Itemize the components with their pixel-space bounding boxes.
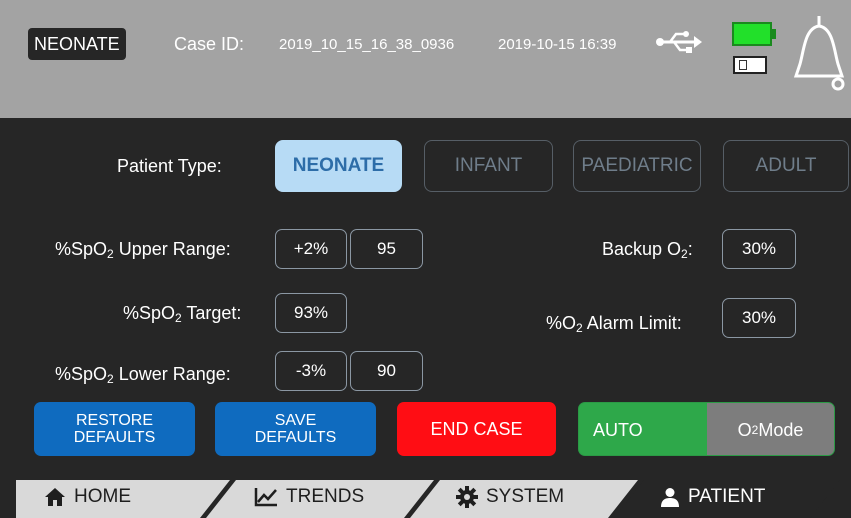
patient-type-neonate-button[interactable]: NEONATE [275, 140, 402, 192]
patient-type-infant-button[interactable]: INFANT [424, 140, 553, 192]
restore-defaults-button[interactable]: RESTORE DEFAULTS [34, 402, 195, 456]
status-header: NEONATE Case ID: 2019_10_15_16_38_0936 2… [0, 0, 851, 118]
tab-trends[interactable]: TRENDS [254, 486, 364, 508]
tab-patient[interactable]: PATIENT [660, 486, 765, 508]
spo2-target-field[interactable]: 93% [275, 293, 347, 333]
o2-alarm-limit-label: %O2 Alarm Limit: [546, 313, 682, 335]
patient-type-label: Patient Type: [117, 156, 222, 176]
o2-alarm-limit-field[interactable]: 30% [722, 298, 796, 338]
spo2-target-label: %SpO2 Target: [123, 303, 242, 325]
backup-o2-label: Backup O2: [602, 239, 693, 261]
spo2-lower-offset-field[interactable]: -3% [275, 351, 347, 391]
battery-icon [732, 22, 776, 46]
tab-system-label: SYSTEM [486, 486, 565, 507]
spo2-upper-value: 95 [350, 229, 423, 269]
case-id-value: 2019_10_15_16_38_0936 [279, 36, 455, 53]
tab-home-label: HOME [74, 486, 131, 507]
save-defaults-button[interactable]: SAVE DEFAULTS [215, 402, 376, 456]
tab-trends-label: TRENDS [286, 486, 365, 507]
spo2-upper-offset-field[interactable]: +2% [275, 229, 347, 269]
tab-patient-label: PATIENT [688, 486, 766, 507]
tab-system[interactable]: SYSTEM [456, 486, 564, 508]
spo2-lower-value: 90 [350, 351, 423, 391]
end-case-button[interactable]: END CASE [397, 402, 556, 456]
date-time: 2019-10-15 16:39 [498, 36, 617, 53]
patient-mode-badge: NEONATE [28, 28, 126, 60]
sd-card-icon [733, 56, 767, 74]
spo2-lower-range-label: %SpO2 Lower Range: [55, 364, 231, 386]
user-icon [661, 488, 679, 507]
gear-icon [456, 486, 478, 508]
case-id-label: Case ID: [174, 34, 245, 54]
bell-icon[interactable] [792, 14, 846, 94]
home-icon [45, 488, 65, 506]
backup-o2-field[interactable]: 30% [722, 229, 796, 269]
spo2-upper-range-label: %SpO2 Upper Range: [55, 239, 231, 261]
o2-mode-toggle[interactable]: AUTO O2 Mode [578, 402, 835, 456]
chart-icon [254, 488, 277, 507]
usb-icon [656, 31, 702, 53]
auto-mode-option[interactable]: AUTO [593, 403, 643, 455]
patient-type-adult-button[interactable]: ADULT [723, 140, 849, 192]
tab-home[interactable]: HOME [44, 486, 131, 508]
patient-type-paediatric-button[interactable]: PAEDIATRIC [573, 140, 701, 192]
o2-mode-option[interactable]: O2 Mode [707, 403, 834, 455]
tab-bar: HOME TRENDS SYSTEM PATIENT [0, 476, 851, 518]
